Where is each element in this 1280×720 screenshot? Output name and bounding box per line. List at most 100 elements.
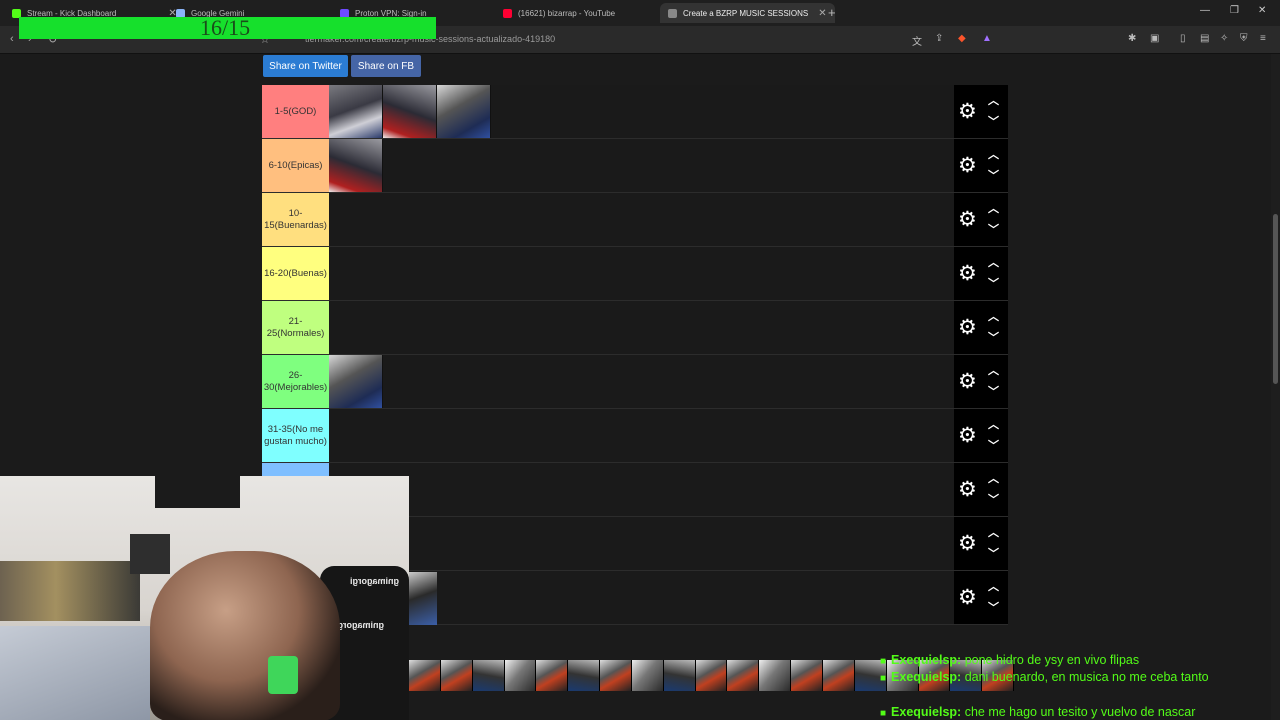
back-icon[interactable]: ‹ <box>10 33 14 45</box>
kick-icon: ■ <box>880 708 887 719</box>
gear-icon[interactable]: ⚙ <box>958 531 977 556</box>
chevron-down-icon[interactable]: ﹀ <box>988 545 999 561</box>
gear-icon[interactable]: ⚙ <box>958 315 977 340</box>
chevron-up-icon[interactable]: ︿ <box>988 146 999 162</box>
artist-thumbnail[interactable] <box>727 660 760 691</box>
artist-thumbnail[interactable] <box>409 660 441 691</box>
tier-row: 1-5(GOD) ⚙ ︿ ﹀ <box>262 85 1008 139</box>
gear-icon[interactable]: ⚙ <box>958 207 977 232</box>
brave-rewards-icon[interactable]: ▲ <box>982 33 992 44</box>
artist-thumbnail[interactable] <box>631 660 664 691</box>
tab-tiermaker[interactable]: Create a BZRP MUSIC SESSIONS ✕ <box>660 3 835 23</box>
chevron-up-icon[interactable]: ︿ <box>988 362 999 378</box>
sidebar-icon[interactable]: ▯ <box>1180 33 1186 44</box>
downloads-icon[interactable]: ▣ <box>1150 33 1159 44</box>
chevron-up-icon[interactable]: ︿ <box>988 578 999 594</box>
tab-title: Create a BZRP MUSIC SESSIONS <box>683 8 809 18</box>
artist-thumbnail[interactable] <box>536 660 569 691</box>
chevron-down-icon[interactable]: ﹀ <box>988 221 999 237</box>
new-tab-icon[interactable]: + <box>828 5 836 20</box>
chat-text: pone hidro de ysy en vivo flipas <box>964 653 1140 667</box>
chevron-up-icon[interactable]: ︿ <box>988 416 999 432</box>
tier-label[interactable]: 31-35(No me gustan mucho) <box>262 409 329 462</box>
tier-label[interactable]: 6-10(Epicas) <box>262 139 329 192</box>
page-scrollbar[interactable] <box>1271 54 1280 720</box>
menu-icon[interactable]: ≡ <box>1260 33 1266 44</box>
artist-thumbnail[interactable] <box>759 660 792 691</box>
vpn-icon[interactable]: ⛨ <box>1240 33 1248 44</box>
share-twitter-button[interactable]: Share on Twitter <box>262 54 349 78</box>
gear-icon[interactable]: ⚙ <box>958 261 977 286</box>
gear-icon[interactable]: ⚙ <box>958 423 977 448</box>
chevron-down-icon[interactable]: ﹀ <box>988 437 999 453</box>
tier-controls: ⚙ ︿ ﹀ <box>954 85 1008 138</box>
scrollbar-thumb[interactable] <box>1273 214 1278 384</box>
tier-label[interactable]: 21-25(Normales) <box>262 301 329 354</box>
tier-label[interactable]: 1-5(GOD) <box>262 85 329 138</box>
chair-logo: gnimagorgi <box>335 620 384 630</box>
tier-label[interactable]: 26-30(Mejorables) <box>262 355 329 408</box>
tier-row: 21-25(Normales) ⚙ ︿ ﹀ <box>262 301 1008 355</box>
artist-thumbnail[interactable] <box>329 139 383 192</box>
chevron-down-icon[interactable]: ﹀ <box>988 383 999 399</box>
artist-thumbnail[interactable] <box>383 85 437 138</box>
gear-icon[interactable]: ⚙ <box>958 585 977 610</box>
extensions-icon[interactable]: ✱ <box>1128 33 1136 44</box>
close-tab-icon[interactable]: ✕ <box>818 8 826 19</box>
chevron-up-icon[interactable]: ︿ <box>988 524 999 540</box>
tab-youtube[interactable]: (16621) bizarrap - YouTube <box>503 3 615 23</box>
artist-thumbnail[interactable] <box>568 660 601 691</box>
chat-text: che me hago un tesito y vuelvo de nascar <box>964 705 1196 719</box>
chevron-down-icon[interactable]: ﹀ <box>988 329 999 345</box>
kick-icon: ■ <box>880 656 887 667</box>
chevron-up-icon[interactable]: ︿ <box>988 92 999 108</box>
streamer <box>150 551 340 720</box>
chevron-down-icon[interactable]: ﹀ <box>988 113 999 129</box>
chevron-up-icon[interactable]: ︿ <box>988 200 999 216</box>
gear-icon[interactable]: ⚙ <box>958 153 977 178</box>
tier-controls: ⚙ ︿ ﹀ <box>954 247 1008 300</box>
tier-row: 6-10(Epicas) ⚙ ︿ ﹀ <box>262 139 1008 193</box>
tab-title: (16621) bizarrap - YouTube <box>518 8 616 18</box>
stream-goal-counter: 16/15 <box>200 15 251 40</box>
share-icon[interactable]: ⇪ <box>935 33 943 44</box>
artist-thumbnail[interactable] <box>437 85 491 138</box>
artist-thumbnail[interactable] <box>329 355 383 408</box>
chevron-down-icon[interactable]: ﹀ <box>988 491 999 507</box>
artist-thumbnail[interactable] <box>472 660 505 691</box>
artist-thumbnail[interactable] <box>504 660 537 691</box>
share-facebook-button[interactable]: Share on FB <box>350 54 422 78</box>
translate-icon[interactable]: 文 <box>912 33 922 48</box>
webcam-tv <box>155 476 240 508</box>
chevron-up-icon[interactable]: ︿ <box>988 308 999 324</box>
chevron-up-icon[interactable]: ︿ <box>988 470 999 486</box>
gear-icon[interactable]: ⚙ <box>958 369 977 394</box>
chevron-up-icon[interactable]: ︿ <box>988 254 999 270</box>
artist-thumbnail[interactable] <box>600 660 632 691</box>
maximize-icon[interactable]: ❐ <box>1230 5 1239 16</box>
brave-shield-icon[interactable]: ◆ <box>958 33 966 44</box>
minimize-icon[interactable]: — <box>1200 5 1210 16</box>
chevron-down-icon[interactable]: ﹀ <box>988 599 999 615</box>
tier-controls: ⚙ ︿ ﹀ <box>954 409 1008 462</box>
tier-controls: ⚙ ︿ ﹀ <box>954 193 1008 246</box>
chevron-down-icon[interactable]: ﹀ <box>988 275 999 291</box>
tier-label[interactable]: 16-20(Buenas) <box>262 247 329 300</box>
gear-icon[interactable]: ⚙ <box>958 477 977 502</box>
leo-icon[interactable]: ✧ <box>1220 33 1228 44</box>
artist-thumbnail[interactable] <box>440 660 473 691</box>
artist-thumbnail[interactable] <box>329 85 383 138</box>
youtube-favicon-icon <box>503 8 512 18</box>
artist-thumbnail[interactable] <box>663 660 696 691</box>
gear-icon[interactable]: ⚙ <box>958 99 977 124</box>
wallet-icon[interactable]: ▤ <box>1200 33 1209 44</box>
tier-row: 26-30(Mejorables) ⚙ ︿ ﹀ <box>262 355 1008 409</box>
artist-thumbnail[interactable] <box>695 660 728 691</box>
chevron-down-icon[interactable]: ﹀ <box>988 167 999 183</box>
tier-controls: ⚙ ︿ ﹀ <box>954 571 1008 624</box>
close-window-icon[interactable]: ✕ <box>1258 5 1266 16</box>
tier-label[interactable]: 10-15(Buenardas) <box>262 193 329 246</box>
artist-thumbnail[interactable] <box>791 660 823 691</box>
artist-thumbnail[interactable] <box>409 572 437 625</box>
artist-thumbnail[interactable] <box>822 660 855 691</box>
